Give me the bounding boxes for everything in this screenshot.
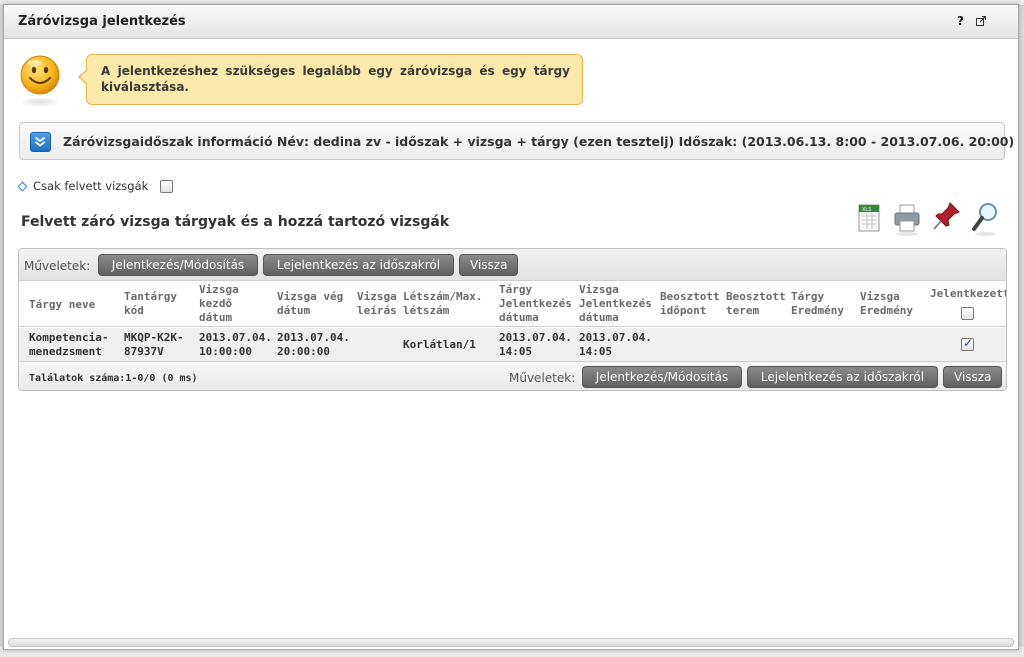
bullet-icon (17, 181, 28, 191)
dialog-titlebar: Záróvizsga jelentkezés ? (4, 5, 1018, 39)
smiley-shadow (22, 98, 58, 106)
col-header[interactable]: Tárgy Eredmény (791, 290, 859, 318)
back-button[interactable]: Vissza (459, 254, 518, 276)
excel-export-icon[interactable]: XLS (855, 199, 885, 237)
col-header[interactable]: Vizsga vég dátum (277, 290, 352, 318)
col-header[interactable]: Beosztott terem (726, 290, 786, 318)
col-header[interactable]: Létszám/Max. létszám (403, 290, 498, 318)
col-header[interactable]: Vizsga kezdő dátum (199, 283, 254, 325)
exam-period-info: Záróvizsgaidőszak információ Név: dedina… (19, 122, 1014, 160)
cell-exam-reg-date: 2013.07.04. 14:05 (579, 331, 652, 358)
only-taken-checkbox[interactable] (160, 179, 174, 193)
cell-subject-reg-date: 2013.07.04. 14:05 (499, 331, 572, 358)
search-icon[interactable] (970, 199, 1000, 237)
grid-top-toolbar: Műveletek: Jelentkezés/Módosítás Lejelen… (19, 249, 1006, 281)
pin-icon[interactable] (932, 199, 962, 237)
col-header[interactable]: Vizsga Jelentkezés dátuma (579, 283, 657, 325)
ops-label-bottom: Műveletek: (509, 371, 576, 385)
cell-subject-code: MKQP-K2K-87937V (124, 331, 184, 358)
col-header[interactable]: Vizsga Eredmény (860, 290, 922, 318)
exam-grid: Műveletek: Jelentkezés/Módosítás Lejelen… (18, 248, 1007, 391)
unregister-button-bottom[interactable]: Lejelentkezés az időszakról (747, 366, 938, 388)
chevron-double-down-icon (34, 136, 46, 147)
expand-toggle[interactable] (30, 132, 51, 152)
help-button[interactable]: ? (957, 14, 964, 28)
grid-footer: Találatok száma:1-0/0 (0 ms) Műveletek: … (19, 362, 1006, 390)
register-button-bottom[interactable]: Jelentkezés/Módosítás (582, 366, 742, 388)
registered-checkbox[interactable] (961, 336, 974, 351)
col-header[interactable]: Tantárgy kód (124, 290, 194, 318)
svg-text:XLS: XLS (862, 207, 871, 213)
results-count: Találatok száma:1-0/0 (0 ms) (29, 373, 198, 384)
col-header[interactable]: Tárgy Jelentkezés dátuma (499, 283, 577, 325)
exam-registration-dialog: Záróvizsga jelentkezés ? A jelentkezéshe… (3, 4, 1019, 650)
unregister-button[interactable]: Lejelentkezés az időszakról (263, 254, 454, 276)
notice-bubble: A jelentkezéshez szükséges legalább egy … (78, 54, 583, 105)
ops-label: Műveletek: (24, 259, 91, 273)
col-header[interactable]: Jelentkezett (930, 287, 1006, 301)
only-taken-filter: Csak felvett vizsgák (17, 179, 174, 193)
dialog-title: Záróvizsga jelentkezés (18, 14, 186, 29)
exam-period-info-text: Záróvizsgaidőszak információ Név: dedina… (63, 134, 1015, 149)
popout-icon[interactable] (976, 16, 986, 26)
cell-subject-name: Kompetencia-menedzsment (29, 331, 109, 358)
cell-exam-end: 2013.07.04. 20:00:00 (277, 331, 350, 358)
col-header[interactable]: Tárgy neve (29, 298, 119, 312)
cell-exam-start: 2013.07.04. 10:00:00 (199, 331, 272, 358)
only-taken-label: Csak felvett vizsgák (33, 179, 149, 193)
print-icon[interactable] (892, 199, 922, 237)
col-header[interactable]: Vizsga leírás (357, 290, 402, 318)
notice-text: A jelentkezéshez szükséges legalább egy … (101, 64, 570, 94)
horizontal-scrollbar[interactable] (8, 638, 1014, 647)
cell-headcount: Korlátlan/1 (403, 338, 476, 351)
table-row[interactable]: Kompetencia-menedzsment MKQP-K2K-87937V … (19, 328, 1006, 362)
back-button-bottom[interactable]: Vissza (943, 366, 1002, 388)
select-all-checkbox[interactable] (961, 307, 974, 320)
col-header[interactable]: Beosztott időpont (660, 290, 722, 318)
smiley-icon (20, 55, 60, 95)
section-title: Felvett záró vizsga tárgyak és a hozzá t… (21, 214, 450, 230)
table-header: Tárgy neve Tantárgy kód Vizsga kezdő dát… (19, 281, 1006, 327)
register-button[interactable]: Jelentkezés/Módosítás (98, 254, 258, 276)
